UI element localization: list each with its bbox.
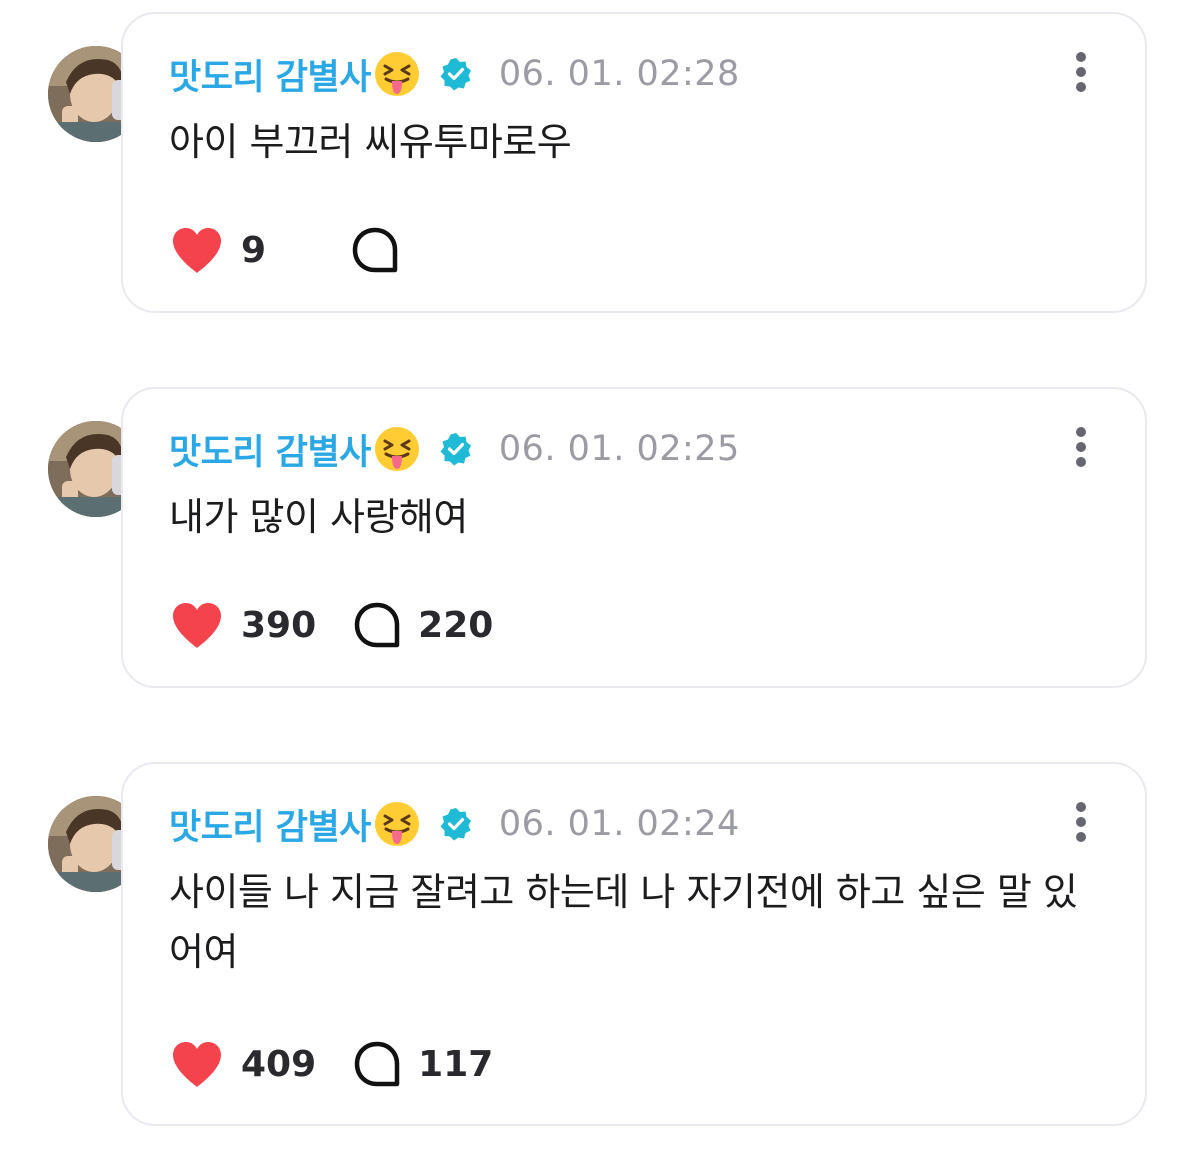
post-card[interactable]: 맛도리 감별사 06. 01. 02:24 사이들 나 지금 잘려고 하는데 나… bbox=[121, 762, 1147, 1126]
post-text: 내가 많이 사랑해여 bbox=[169, 495, 468, 539]
post-actions: 409 117 bbox=[169, 1036, 493, 1092]
post: 맛도리 감별사 06. 01. 02:28 아이 부끄러 씨유투마로우 9 bbox=[0, 0, 1200, 330]
timestamp: 06. 01. 02:28 bbox=[498, 54, 740, 94]
post-card[interactable]: 맛도리 감별사 06. 01. 02:25 내가 많이 사랑해여 390 220 bbox=[121, 387, 1147, 688]
post-actions: 390 220 bbox=[169, 597, 493, 653]
verified-badge-icon bbox=[439, 807, 473, 841]
verified-badge-icon bbox=[439, 432, 473, 466]
post: 맛도리 감별사 06. 01. 02:24 사이들 나 지금 잘려고 하는데 나… bbox=[0, 750, 1200, 1140]
like-button[interactable]: 9 bbox=[169, 225, 266, 275]
timestamp: 06. 01. 02:25 bbox=[498, 429, 740, 469]
comment-count: 220 bbox=[418, 604, 494, 646]
like-count: 409 bbox=[241, 1043, 317, 1085]
comment-button[interactable]: 220 bbox=[352, 600, 493, 650]
like-button[interactable]: 409 bbox=[169, 1039, 316, 1089]
like-count: 9 bbox=[241, 229, 267, 271]
more-options-icon[interactable] bbox=[1075, 802, 1087, 842]
post-text: 사이들 나 지금 잘려고 하는데 나 자기전에 하고 싶은 말 있어여 bbox=[169, 870, 1078, 974]
speech-bubble-icon bbox=[352, 227, 398, 273]
post: 맛도리 감별사 06. 01. 02:25 내가 많이 사랑해여 390 220 bbox=[0, 375, 1200, 705]
timestamp: 06. 01. 02:24 bbox=[498, 804, 740, 844]
more-options-icon[interactable] bbox=[1075, 427, 1087, 467]
speech-bubble-icon bbox=[354, 602, 400, 648]
squinting-face-with-tongue-icon bbox=[373, 50, 421, 98]
username-link[interactable]: 맛도리 감별사 bbox=[169, 49, 371, 100]
heart-icon bbox=[173, 1042, 221, 1087]
comment-count: 117 bbox=[418, 1043, 494, 1085]
more-options-icon[interactable] bbox=[1075, 52, 1087, 92]
like-count: 390 bbox=[241, 604, 317, 646]
username-link[interactable]: 맛도리 감별사 bbox=[169, 424, 371, 475]
heart-icon bbox=[173, 603, 221, 648]
post-text: 아이 부끄러 씨유투마로우 bbox=[169, 120, 572, 164]
post-actions: 9 bbox=[169, 222, 400, 278]
comment-button[interactable] bbox=[350, 225, 400, 275]
post-header: 맛도리 감별사 06. 01. 02:25 bbox=[169, 421, 740, 477]
squinting-face-with-tongue-icon bbox=[373, 425, 421, 473]
comment-button[interactable]: 117 bbox=[352, 1039, 493, 1089]
username-link[interactable]: 맛도리 감별사 bbox=[169, 799, 371, 850]
comment-feed: 맛도리 감별사 06. 01. 02:28 아이 부끄러 씨유투마로우 9 맛도… bbox=[0, 0, 1200, 1153]
heart-icon bbox=[173, 228, 221, 273]
post-header: 맛도리 감별사 06. 01. 02:28 bbox=[169, 46, 740, 102]
squinting-face-with-tongue-icon bbox=[373, 800, 421, 848]
like-button[interactable]: 390 bbox=[169, 600, 316, 650]
speech-bubble-icon bbox=[354, 1041, 400, 1087]
verified-badge-icon bbox=[439, 57, 473, 91]
post-header: 맛도리 감별사 06. 01. 02:24 bbox=[169, 796, 740, 852]
post-card[interactable]: 맛도리 감별사 06. 01. 02:28 아이 부끄러 씨유투마로우 9 bbox=[121, 12, 1147, 313]
